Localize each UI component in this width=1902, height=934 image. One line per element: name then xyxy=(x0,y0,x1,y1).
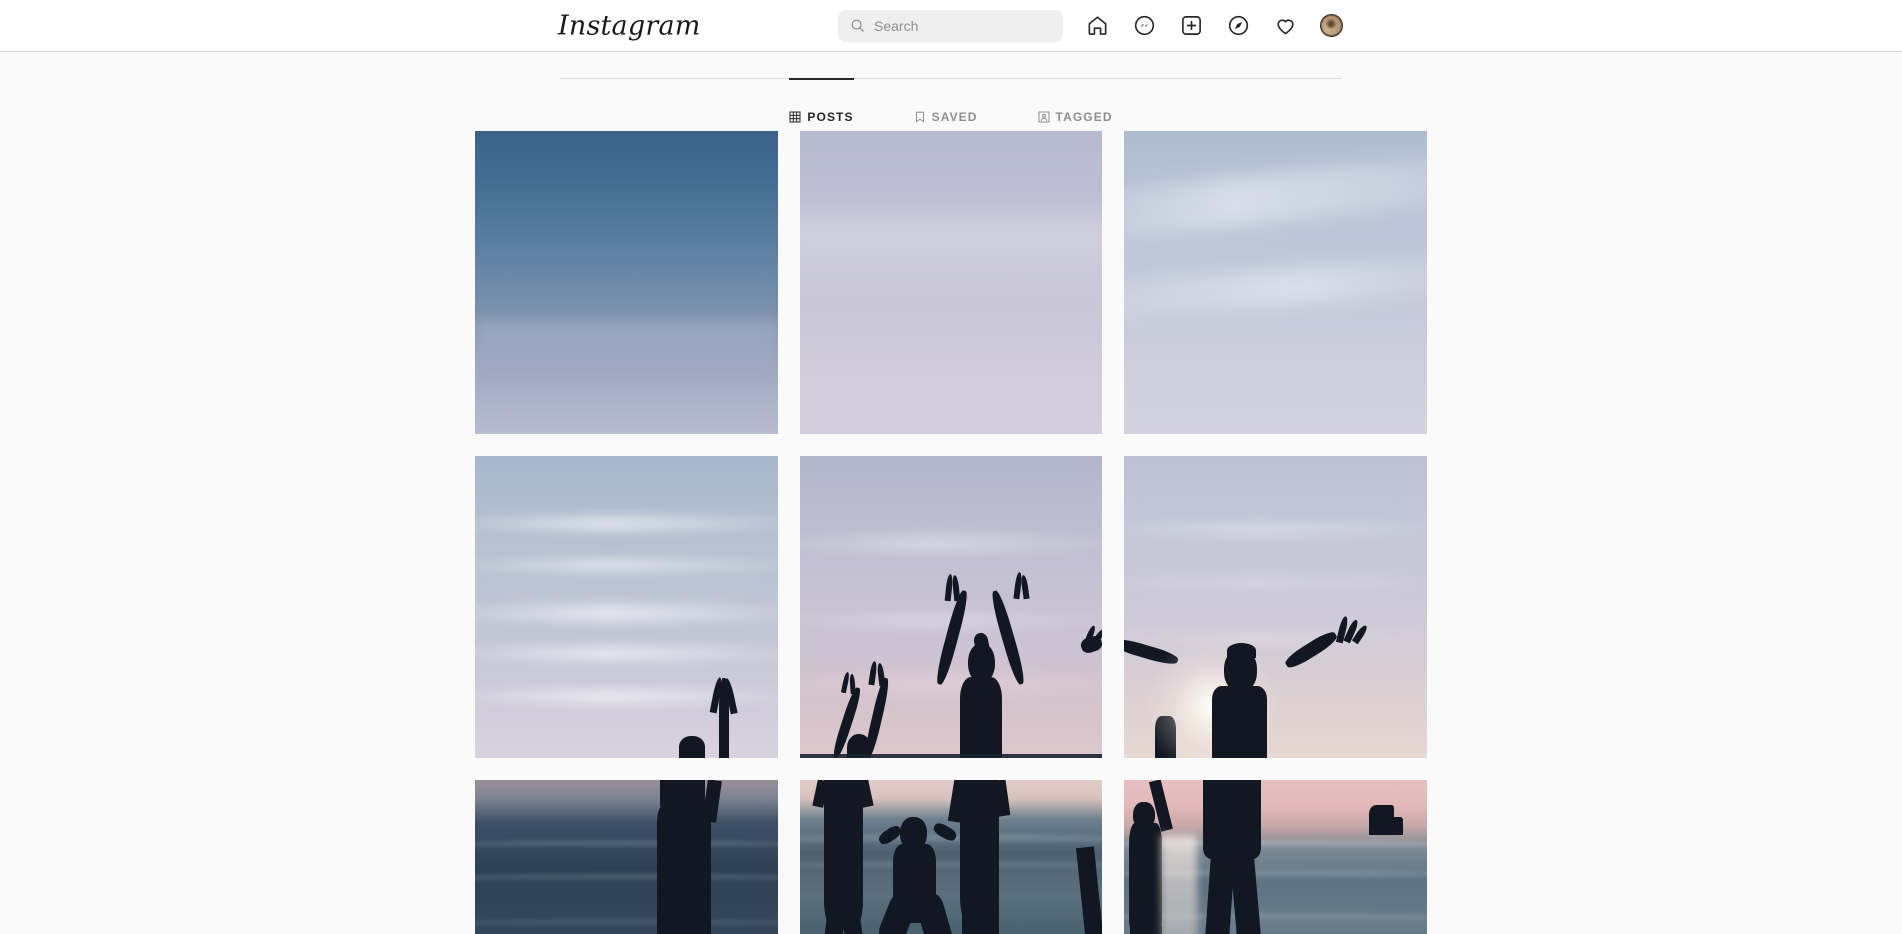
search-box[interactable] xyxy=(838,9,1063,42)
post-tile[interactable] xyxy=(475,131,778,434)
tab-posts-label: POSTS xyxy=(807,109,854,124)
top-navigation-bar: Instagram xyxy=(0,0,1902,52)
tab-saved-label: SAVED xyxy=(931,109,978,124)
explore-icon[interactable] xyxy=(1226,14,1250,38)
profile-avatar[interactable] xyxy=(1320,14,1343,37)
profile-tabs: POSTS SAVED TAGGED xyxy=(560,78,1342,131)
post-tile[interactable] xyxy=(1124,455,1427,759)
tab-tagged[interactable]: TAGGED xyxy=(1038,79,1113,131)
post-image xyxy=(799,780,1103,934)
post-image xyxy=(1124,455,1427,759)
bookmark-icon xyxy=(914,111,926,123)
home-icon[interactable] xyxy=(1085,14,1109,38)
messenger-icon[interactable] xyxy=(1132,14,1156,38)
activity-heart-icon[interactable] xyxy=(1273,14,1297,38)
search-input[interactable] xyxy=(874,9,1051,42)
post-tile[interactable] xyxy=(799,455,1103,759)
new-post-icon[interactable] xyxy=(1179,14,1203,38)
search-icon xyxy=(850,18,865,33)
post-image xyxy=(799,455,1103,759)
post-tile[interactable] xyxy=(475,455,778,759)
post-tile[interactable] xyxy=(799,780,1103,934)
tab-posts[interactable]: POSTS xyxy=(789,78,854,131)
post-image xyxy=(475,131,778,434)
post-tile[interactable] xyxy=(1124,131,1427,434)
grid-icon xyxy=(789,111,801,123)
post-image xyxy=(799,131,1103,434)
post-tile[interactable] xyxy=(1124,780,1427,934)
post-image xyxy=(475,455,778,759)
tagged-person-icon xyxy=(1038,111,1050,123)
nav-icon-group xyxy=(1085,14,1343,38)
nav-inner: Instagram xyxy=(0,0,1902,51)
post-image xyxy=(1124,131,1427,434)
instagram-logo[interactable]: Instagram xyxy=(558,12,701,39)
post-image xyxy=(475,780,778,934)
tab-tagged-label: TAGGED xyxy=(1055,109,1113,124)
post-tile[interactable] xyxy=(475,780,778,934)
tab-saved[interactable]: SAVED xyxy=(914,79,978,131)
post-tile[interactable] xyxy=(799,131,1103,434)
posts-grid xyxy=(475,131,1427,934)
profile-content: POSTS SAVED TAGGED xyxy=(0,78,1902,934)
